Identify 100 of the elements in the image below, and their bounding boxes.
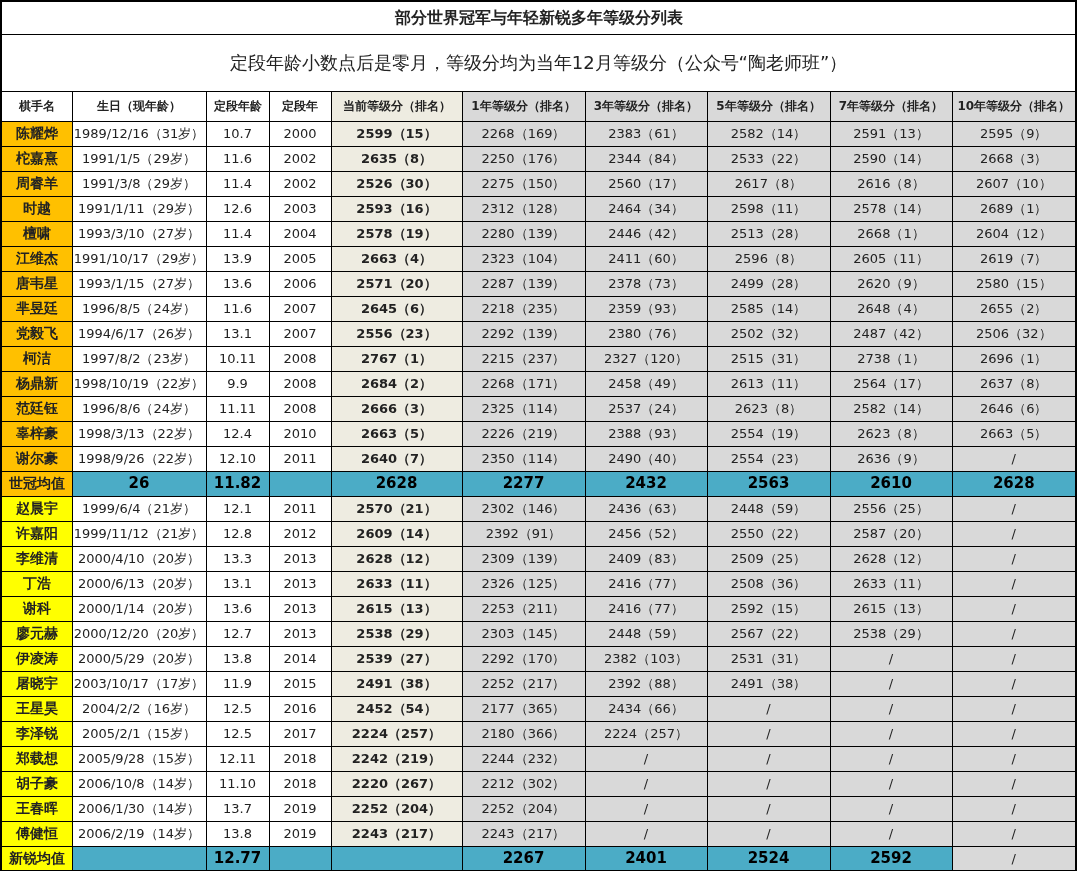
table-cell: 2585（14）: [707, 296, 830, 321]
table-cell: 2607（10）: [952, 171, 1076, 196]
table-cell: 2604（12）: [952, 221, 1076, 246]
table-cell: 2212（302）: [462, 771, 585, 796]
table-cell: 2327（120）: [585, 346, 707, 371]
table-cell: 2000/1/14（20岁）: [72, 596, 206, 621]
player-name: 胡子豪: [1, 771, 72, 796]
column-header: 生日（现年龄）: [72, 91, 206, 121]
table-cell: 2617（8）: [707, 171, 830, 196]
table-cell: 2564（17）: [830, 371, 952, 396]
table-cell: /: [585, 746, 707, 771]
table-cell: 2388（93）: [585, 421, 707, 446]
table-cell: 2593（16）: [331, 196, 462, 221]
table-cell: 2502（32）: [707, 321, 830, 346]
player-name: 范廷钰: [1, 396, 72, 421]
average-cell: 2628: [331, 471, 462, 496]
table-cell: /: [952, 571, 1076, 596]
table-cell: 2378（73）: [585, 271, 707, 296]
table-cell: 2556（25）: [830, 496, 952, 521]
table-cell: 2578（19）: [331, 221, 462, 246]
table-cell: 2268（171）: [462, 371, 585, 396]
player-name: 唐韦星: [1, 271, 72, 296]
table-cell: 2509（25）: [707, 546, 830, 571]
table-cell: 2633（11）: [830, 571, 952, 596]
player-name: 江维杰: [1, 246, 72, 271]
table-cell: 2582（14）: [707, 121, 830, 146]
column-header: 当前等级分（排名）: [331, 91, 462, 121]
table-cell: 2411（60）: [585, 246, 707, 271]
row-label: 新锐均值: [1, 846, 72, 871]
table-cell: 2655（2）: [952, 296, 1076, 321]
table-cell: 1994/6/17（26岁）: [72, 321, 206, 346]
table-cell: 2344（84）: [585, 146, 707, 171]
player-name: 谢科: [1, 596, 72, 621]
table-cell: 2446（42）: [585, 221, 707, 246]
average-cell: 2592: [830, 846, 952, 871]
table-cell: 2177（365）: [462, 696, 585, 721]
table-cell: 2252（204）: [331, 796, 462, 821]
table-cell: 2226（219）: [462, 421, 585, 446]
player-name: 傅健恒: [1, 821, 72, 846]
table-cell: 2599（15）: [331, 121, 462, 146]
table-cell: 1991/1/5（29岁）: [72, 146, 206, 171]
table-cell: 2539（27）: [331, 646, 462, 671]
table-cell: 2287（139）: [462, 271, 585, 296]
table-cell: 2560（17）: [585, 171, 707, 196]
table-cell: 2220（267）: [331, 771, 462, 796]
table-cell: 1999/11/12（21岁）: [72, 521, 206, 546]
average-cell: 2432: [585, 471, 707, 496]
player-name: 丁浩: [1, 571, 72, 596]
table-cell: 2006/10/8（14岁）: [72, 771, 206, 796]
table-cell: 2448（59）: [707, 496, 830, 521]
table-cell: 2684（2）: [331, 371, 462, 396]
table-cell: 2538（29）: [331, 621, 462, 646]
table-cell: 2587（20）: [830, 521, 952, 546]
table-cell: 2570（21）: [331, 496, 462, 521]
table-cell: 2508（36）: [707, 571, 830, 596]
table-cell: 2623（8）: [830, 421, 952, 446]
player-name: 檀啸: [1, 221, 72, 246]
table-cell: 2538（29）: [830, 621, 952, 646]
player-name: 柯洁: [1, 346, 72, 371]
table-cell: 2218（235）: [462, 296, 585, 321]
player-name: 李维清: [1, 546, 72, 571]
table-cell: /: [585, 796, 707, 821]
average-cell: 2610: [830, 471, 952, 496]
player-name: 许嘉阳: [1, 521, 72, 546]
player-name: 辜梓豪: [1, 421, 72, 446]
table-cell: 2556（23）: [331, 321, 462, 346]
table-cell: 2003/10/17（17岁）: [72, 671, 206, 696]
table-cell: 2668（3）: [952, 146, 1076, 171]
table-cell: /: [952, 596, 1076, 621]
table-cell: /: [830, 796, 952, 821]
table-cell: 2598（11）: [707, 196, 830, 221]
column-header: 定段年: [269, 91, 331, 121]
table-cell: 2580（15）: [952, 271, 1076, 296]
table-cell: 2696（1）: [952, 346, 1076, 371]
table-cell: 2554（19）: [707, 421, 830, 446]
table-cell: 2663（5）: [331, 421, 462, 446]
table-cell: /: [830, 696, 952, 721]
table-cell: /: [952, 746, 1076, 771]
table-cell: 2409（83）: [585, 546, 707, 571]
player-name: 郑载想: [1, 746, 72, 771]
average-cell: 2401: [585, 846, 707, 871]
table-cell: 2244（232）: [462, 746, 585, 771]
player-name: 芈昱廷: [1, 296, 72, 321]
player-name: 柁嘉熹: [1, 146, 72, 171]
player-name: 李泽锐: [1, 721, 72, 746]
table-cell: 1997/8/2（23岁）: [72, 346, 206, 371]
table-cell: 2663（4）: [331, 246, 462, 271]
table-subtitle: 定段年龄小数点后是零月，等级分均为当年12月等级分（公众号“陶老师班”）: [1, 34, 1076, 91]
table-cell: 2309（139）: [462, 546, 585, 571]
column-header: 棋手名: [1, 91, 72, 121]
table-cell: /: [952, 821, 1076, 846]
table-cell: 2537（24）: [585, 396, 707, 421]
table-cell: 2280（139）: [462, 221, 585, 246]
table-cell: 2578（14）: [830, 196, 952, 221]
table-cell: 2550（22）: [707, 521, 830, 546]
table-cell: /: [585, 821, 707, 846]
table-cell: 2382（103）: [585, 646, 707, 671]
table-cell: 2668（1）: [830, 221, 952, 246]
row-label: 世冠均值: [1, 471, 72, 496]
table-cell: 2323（104）: [462, 246, 585, 271]
